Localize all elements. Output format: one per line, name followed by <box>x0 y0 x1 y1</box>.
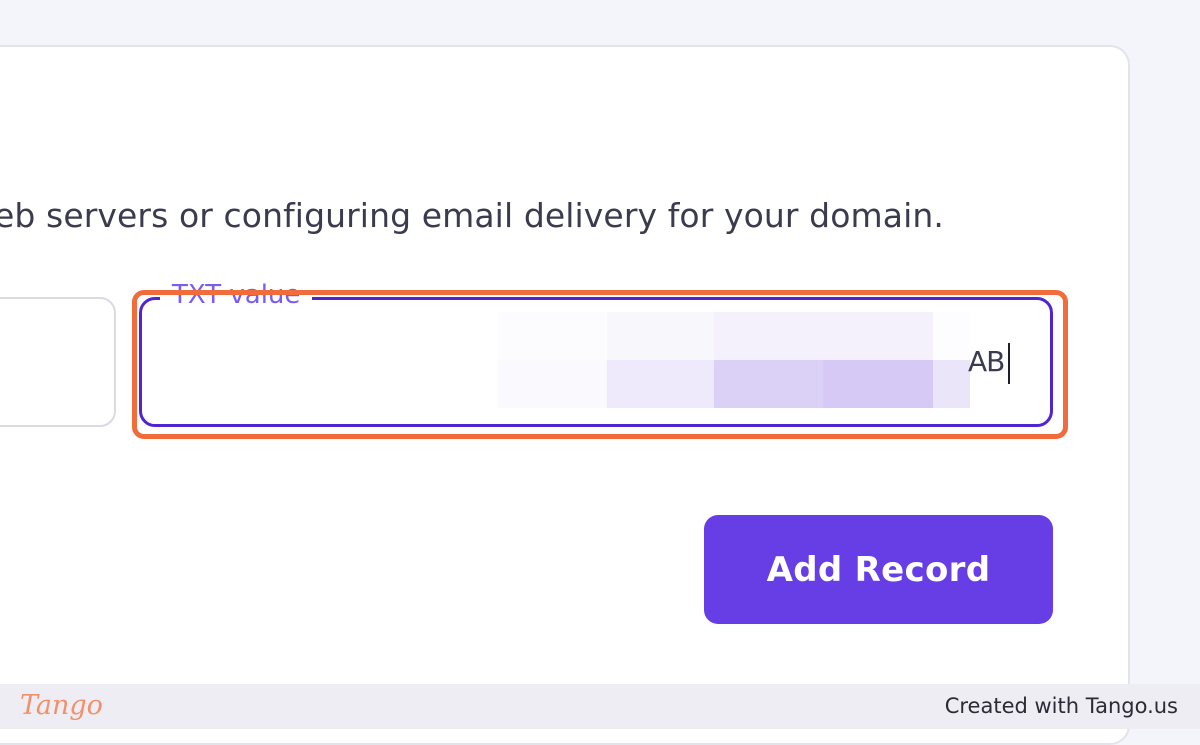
tango-footer: Tango Created with Tango.us <box>0 684 1200 729</box>
redaction-block <box>933 360 970 408</box>
name-input-field[interactable] <box>0 297 116 427</box>
form-description: eb servers or configuring email delivery… <box>0 196 944 235</box>
redaction-block <box>823 360 933 408</box>
txt-value-label: TXT value <box>160 280 313 310</box>
tango-logo: Tango <box>20 690 103 721</box>
redaction-block <box>498 312 607 360</box>
redaction-block <box>498 360 607 408</box>
redaction-block <box>714 312 823 360</box>
add-record-button[interactable]: Add Record <box>704 515 1053 624</box>
redaction-block <box>714 360 823 408</box>
txt-value-text: AB <box>968 345 1005 378</box>
redaction-block <box>933 312 970 360</box>
redaction-block <box>823 312 933 360</box>
tango-credit: Created with Tango.us <box>944 694 1178 718</box>
redaction-block <box>607 360 714 408</box>
redaction-block <box>607 312 714 360</box>
text-caret <box>1008 343 1010 384</box>
redacted-value <box>498 312 970 408</box>
